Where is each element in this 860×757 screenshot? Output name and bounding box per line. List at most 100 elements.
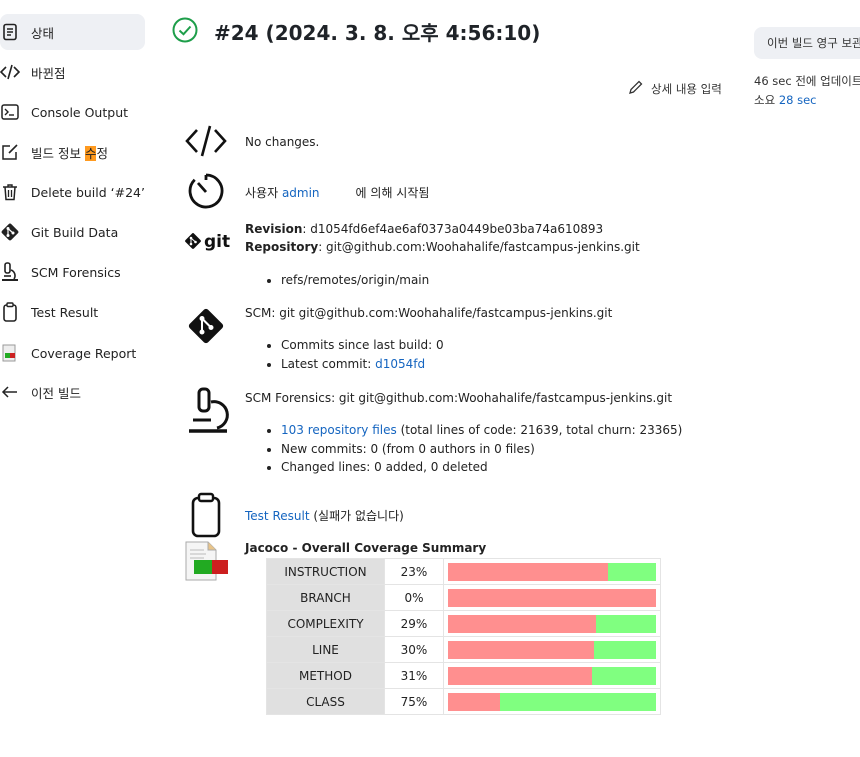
repository-line: Repository: git@github.com:Woohahalife/f… <box>245 240 640 254</box>
revision-line: Revision: d1054fd6ef4ae6af0373a0449be03b… <box>245 222 604 236</box>
coverage-percent: 31% <box>384 662 444 689</box>
duration-label: 소요 <box>754 93 779 107</box>
coverage-percent: 0% <box>384 584 444 611</box>
coverage-row: BRANCH 0% <box>266 584 661 611</box>
coverage-metric-name: BRANCH <box>266 584 385 611</box>
sidebar-item-delete-build[interactable]: Delete build ‘#24’ <box>0 174 145 210</box>
microscope-icon <box>0 262 20 282</box>
coverage-bar <box>448 692 656 711</box>
sidebar-item-edit-build-info[interactable]: 빌드 정보 수정 <box>0 134 145 170</box>
sidebar-item-label: SCM Forensics <box>31 264 121 280</box>
coverage-row: CLASS 75% <box>266 688 661 715</box>
edit-icon <box>0 142 20 162</box>
coverage-bar <box>448 588 656 607</box>
pencil-icon <box>628 79 644 98</box>
page-title: #24 (2024. 3. 8. 오후 4:56:10) <box>214 21 541 45</box>
edit-description-label: 상세 내용 입력 <box>651 81 722 96</box>
sidebar-item-label: 상태 <box>31 25 55 41</box>
git-logo: git <box>184 230 230 254</box>
coverage-percent: 23% <box>384 558 444 585</box>
sidebar-item-label: 바뀐점 <box>31 65 66 81</box>
coverage-table: INSTRUCTION 23% BRANCH 0% COMPLEXITY 29% LINE 3… <box>266 558 661 715</box>
coverage-percent: 75% <box>384 688 444 715</box>
list-item: refs/remotes/origin/main <box>281 271 429 290</box>
latest-commit-link[interactable]: d1054fd <box>375 357 425 371</box>
coverage-metric-name: METHOD <box>266 662 385 689</box>
coverage-bar-covered <box>608 562 656 581</box>
coverage-row: COMPLEXITY 29% <box>266 610 661 637</box>
coverage-metric-name: CLASS <box>266 688 385 715</box>
sidebar-item-label: Git Build Data <box>31 224 119 240</box>
coverage-row: METHOD 31% <box>266 662 661 689</box>
branch-list: refs/remotes/origin/main <box>263 271 429 290</box>
document-icon <box>0 22 20 42</box>
code-icon <box>184 124 228 158</box>
started-ago: 46 sec 전에 업데이트 <box>754 74 860 88</box>
scm-title: SCM: git git@github.com:Woohahalife/fast… <box>245 306 613 320</box>
forensics-title: SCM Forensics: git git@github.com:Woohah… <box>245 391 673 405</box>
sidebar-item-previous-build[interactable]: 이전 빌드 <box>0 374 145 410</box>
test-result-link[interactable]: Test Result <box>245 509 310 523</box>
git-icon <box>0 222 20 242</box>
success-check-icon <box>172 17 198 46</box>
keep-build-forever-button[interactable]: 이번 빌드 영구 보관 <box>754 27 860 59</box>
coverage-percent: 30% <box>384 636 444 663</box>
coverage-bar-cell <box>443 584 661 611</box>
user-link[interactable]: admin <box>282 186 320 200</box>
coverage-bar-covered <box>593 640 656 659</box>
clipboard-icon <box>184 492 228 538</box>
coverage-icon <box>0 343 20 363</box>
scm-details: Commits since last build: 0 Latest commi… <box>263 336 444 373</box>
sidebar-item-changes[interactable]: 바뀐점 <box>0 54 145 90</box>
coverage-bar-covered <box>591 666 656 685</box>
forensics-details: 103 repository files (total lines of cod… <box>263 421 682 477</box>
list-item: 103 repository files (total lines of cod… <box>281 421 682 440</box>
list-item: Commits since last build: 0 <box>281 336 444 355</box>
code-icon <box>0 62 20 82</box>
repository-files-link[interactable]: 103 repository files <box>281 423 397 437</box>
coverage-row: INSTRUCTION 23% <box>266 558 661 585</box>
coverage-metric-name: LINE <box>266 636 385 663</box>
clipboard-icon <box>0 302 20 322</box>
coverage-row: LINE 30% <box>266 636 661 663</box>
sidebar-item-label: Delete build ‘#24’ <box>30 184 145 200</box>
sidebar-item-label: 이전 빌드 <box>31 385 81 401</box>
coverage-bar-cell <box>443 688 661 715</box>
coverage-bar <box>448 666 656 685</box>
coverage-bar-covered <box>595 614 656 633</box>
coverage-bar-cell <box>443 558 661 585</box>
list-item: Latest commit: d1054fd <box>281 355 444 374</box>
git-diamond-icon <box>184 232 202 253</box>
sidebar-item-test-result[interactable]: Test Result <box>0 294 145 330</box>
coverage-bar <box>448 640 656 659</box>
sidebar-item-label: 빌드 정보 수정 <box>31 145 108 161</box>
sidebar-item-status[interactable]: 상태 <box>0 14 145 50</box>
coverage-report-icon <box>184 540 230 582</box>
coverage-metric-name: INSTRUCTION <box>266 558 385 585</box>
microscope-icon <box>184 386 232 434</box>
terminal-icon <box>0 102 20 122</box>
coverage-percent: 29% <box>384 610 444 637</box>
git-icon <box>184 304 228 348</box>
sidebar-item-label: Console Output <box>31 104 129 120</box>
git-logo-text: git <box>204 232 231 252</box>
sidebar-item-scm-forensics[interactable]: SCM Forensics <box>0 254 145 290</box>
arrow-left-icon <box>0 382 20 402</box>
trash-icon <box>0 182 20 202</box>
coverage-summary-title: Jacoco - Overall Coverage Summary <box>245 541 487 555</box>
coverage-metric-name: COMPLEXITY <box>266 610 385 637</box>
list-item: New commits: 0 (from 0 authors in 0 file… <box>281 440 682 459</box>
coverage-bar <box>448 614 656 633</box>
sidebar-item-coverage-report[interactable]: Coverage Report <box>0 335 145 371</box>
sidebar-item-console-output[interactable]: Console Output <box>0 94 145 130</box>
edit-description-link[interactable]: 상세 내용 입력 <box>628 79 722 98</box>
coverage-bar-cell <box>443 610 661 637</box>
sidebar-item-label: Test Result <box>31 304 99 320</box>
sidebar-item-git-build-data[interactable]: Git Build Data <box>0 214 145 250</box>
list-item: Changed lines: 0 added, 0 deleted <box>281 458 682 477</box>
duration-link[interactable]: 28 sec <box>779 93 817 107</box>
coverage-bar-covered <box>500 692 656 711</box>
test-result: Test Result (실패가 없습니다) <box>245 509 404 523</box>
build-timing: 46 sec 전에 업데이트 소요 28 sec <box>754 72 860 110</box>
started-by: 사용자 admin 에 의해 시작됨 <box>245 186 430 200</box>
